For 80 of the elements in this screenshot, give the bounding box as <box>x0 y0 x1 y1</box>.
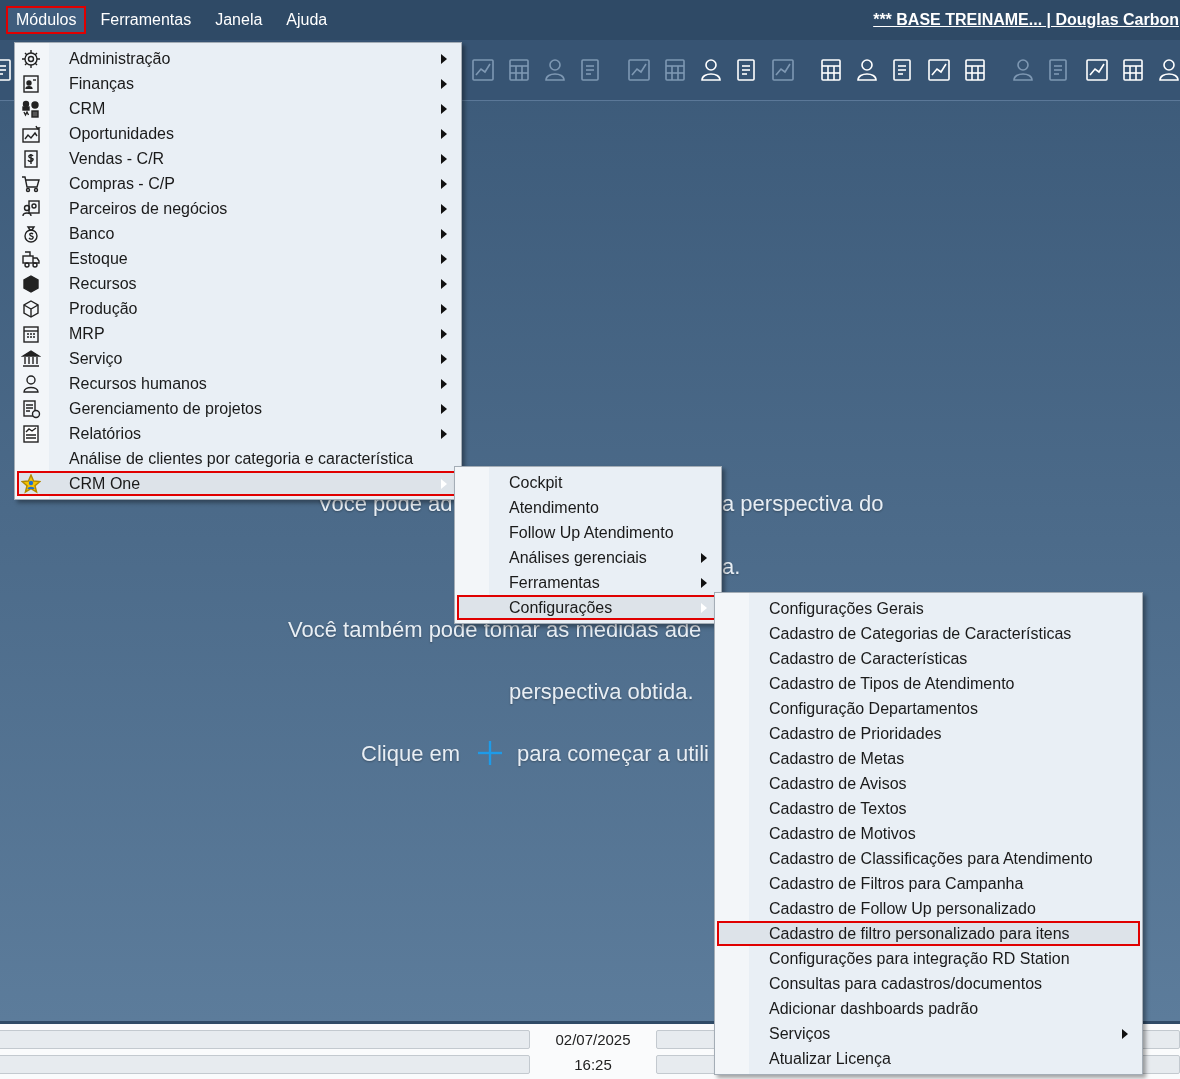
menu-item[interactable]: Consultas para cadastros/documentos <box>717 971 1140 996</box>
menu-item[interactable]: Follow Up Atendimento <box>457 520 719 545</box>
people-icon <box>21 98 41 119</box>
chart-icon[interactable] <box>1084 57 1110 83</box>
menu-item[interactable]: Recursos <box>17 271 459 296</box>
menu-item[interactable]: Produção <box>17 296 459 321</box>
menu-item[interactable]: Cadastro de Tipos de Atendimento <box>717 671 1140 696</box>
gear-icon <box>21 48 41 69</box>
menu-item[interactable]: Cockpit <box>457 470 719 495</box>
hint-text: a perspectiva do <box>722 491 884 517</box>
star-icon <box>21 473 41 494</box>
plus-icon <box>477 740 503 766</box>
menu-item[interactable]: Configurações Gerais <box>717 596 1140 621</box>
menu-item[interactable]: Cadastro de Textos <box>717 796 1140 821</box>
menu-item[interactable]: Compras - C/P <box>17 171 459 196</box>
menu-item[interactable]: Análise de clientes por categoria e característica <box>17 446 459 471</box>
person-icon[interactable] <box>854 57 880 83</box>
chart-icon[interactable] <box>926 57 952 83</box>
menu-item[interactable]: Cadastro de Prioridades <box>717 721 1140 746</box>
hint-text: Você também pode tomar as medidas ade <box>288 617 702 643</box>
menu-item[interactable]: Cadastro de filtro personalizado para itens <box>717 921 1140 946</box>
document-clock-icon <box>21 398 41 419</box>
menu-item[interactable]: Atualizar Licença <box>717 1046 1140 1071</box>
hint-text: perspectiva obtida. <box>509 679 694 705</box>
cart-icon <box>21 173 41 194</box>
grid-icon[interactable] <box>962 57 988 83</box>
hexagon-icon <box>21 273 41 294</box>
menu-item[interactable]: Vendas - C/R <box>17 146 459 171</box>
contacts-icon <box>21 198 41 219</box>
box-icon <box>21 298 41 319</box>
menu-bar-item[interactable]: Janela <box>205 6 273 34</box>
bank-icon <box>21 348 41 369</box>
menu-item[interactable]: Banco <box>17 221 459 246</box>
chart-icon <box>21 123 41 144</box>
hint-text: a. <box>722 554 741 580</box>
calendar-icon <box>21 323 41 344</box>
hint-text: para começar a utili <box>517 741 709 767</box>
menu-item[interactable]: Análises gerenciais <box>457 545 719 570</box>
menu-item[interactable]: Configurações para integração RD Station <box>717 946 1140 971</box>
person-icon <box>21 373 41 394</box>
hint-text: Clique em <box>361 741 461 767</box>
menu-item[interactable]: Relatórios <box>17 421 459 446</box>
window-title: *** BASE TREINAME... | Douglas Carbon <box>873 11 1179 29</box>
menu-item[interactable]: Cadastro de Follow Up personalizado <box>717 896 1140 921</box>
menu-item[interactable]: Cadastro de Avisos <box>717 771 1140 796</box>
grid-icon[interactable] <box>818 57 844 83</box>
menu-item[interactable]: Serviço <box>17 346 459 371</box>
menu-item[interactable]: Ferramentas <box>457 570 719 595</box>
menu-item[interactable]: Cadastro de Categorias de Características <box>717 621 1140 646</box>
truck-icon <box>21 248 41 269</box>
menu-item[interactable]: Configuração Departamentos <box>717 696 1140 721</box>
grid-icon[interactable] <box>1120 57 1146 83</box>
menu-item[interactable]: Cadastro de Metas <box>717 746 1140 771</box>
bill-icon <box>21 148 41 169</box>
menu-item[interactable]: Oportunidades <box>17 121 459 146</box>
menu-bar-item[interactable]: Ajuda <box>276 6 338 34</box>
menu-item[interactable]: Cadastro de Características <box>717 646 1140 671</box>
menu-item[interactable]: Parceiros de negócios <box>17 196 459 221</box>
menu-bar-item[interactable]: Módulos <box>6 6 87 34</box>
report-icon <box>21 423 41 444</box>
menu-item[interactable]: Atendimento <box>457 495 719 520</box>
menu-item[interactable]: Finanças <box>17 71 459 96</box>
time-text: 16:25 <box>573 1055 613 1073</box>
person-icon[interactable] <box>698 57 724 83</box>
menu-item[interactable]: Adicionar dashboards padrão <box>717 996 1140 1021</box>
menu-item[interactable]: Recursos humanos <box>17 371 459 396</box>
menu-item[interactable]: MRP <box>17 321 459 346</box>
menu-item[interactable]: Cadastro de Classificações para Atendimento <box>717 846 1140 871</box>
menu-item[interactable]: Cadastro de Motivos <box>717 821 1140 846</box>
person-icon[interactable] <box>1156 57 1180 83</box>
menu-item[interactable]: Serviços <box>717 1021 1140 1046</box>
date-text: 02/07/2025 <box>554 1030 632 1048</box>
money-bag-icon <box>21 223 41 244</box>
menu-item[interactable]: Administração <box>17 46 459 71</box>
menu-item[interactable]: Cadastro de Filtros para Campanha <box>717 871 1140 896</box>
menu-item[interactable]: Estoque <box>17 246 459 271</box>
menu-item[interactable]: Gerenciamento de projetos <box>17 396 459 421</box>
id-card-icon <box>21 73 41 94</box>
menu-bar-item[interactable]: Ferramentas <box>90 6 202 34</box>
menu-item[interactable]: CRM <box>17 96 459 121</box>
